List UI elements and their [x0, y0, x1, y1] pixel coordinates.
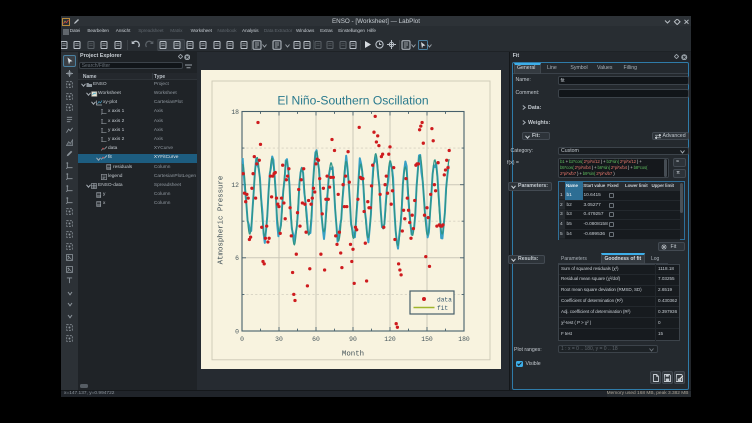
svg-text:El Niño-Southern Oscillation: El Niño-Southern Oscillation — [277, 94, 428, 108]
svg-text:12: 12 — [231, 182, 239, 189]
svg-text:0: 0 — [235, 328, 239, 335]
svg-text:fit: fit — [437, 305, 448, 312]
svg-text:180: 180 — [458, 336, 470, 343]
svg-text:30: 30 — [275, 336, 283, 343]
svg-text:Atmospheric Pressure: Atmospheric Pressure — [218, 176, 226, 265]
svg-text:60: 60 — [312, 336, 320, 343]
svg-text:150: 150 — [421, 336, 433, 343]
svg-text:18: 18 — [231, 109, 239, 116]
svg-text:Month: Month — [342, 351, 364, 359]
svg-text:120: 120 — [384, 336, 396, 343]
svg-text:90: 90 — [349, 336, 357, 343]
svg-text:6: 6 — [235, 255, 239, 262]
svg-text:data: data — [437, 297, 452, 304]
svg-text:0: 0 — [240, 336, 244, 343]
